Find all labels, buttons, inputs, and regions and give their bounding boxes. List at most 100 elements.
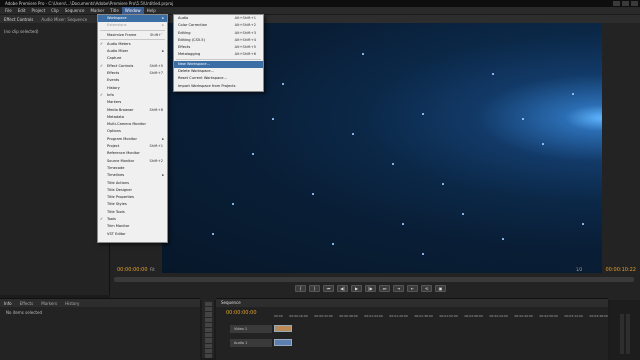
transport-button[interactable]: |▶ — [365, 285, 376, 292]
playhead-timecode[interactable]: 00:00:00:00 — [117, 267, 148, 273]
tab-audio-mixer[interactable]: Audio Mixer: Sequence — [37, 17, 91, 22]
menu-item-source-monitor[interactable]: Source Monitor Shift+2 — [98, 158, 167, 165]
menu-item-effects[interactable]: Effects Alt+Shift+5 — [174, 44, 263, 51]
transport-button[interactable]: { — [295, 285, 306, 292]
menu-item-project[interactable]: Project Shift+1 — [98, 143, 167, 150]
tab-effects[interactable]: Effects — [16, 301, 38, 306]
timeline-timecode[interactable]: 00:00:00:00 — [226, 310, 257, 316]
menu-item-tools[interactable]: ✓ Tools — [98, 216, 167, 223]
transport-button[interactable]: ⏮ — [323, 285, 334, 292]
razor-tool-icon[interactable] — [204, 327, 212, 333]
track-header-video-1[interactable]: Video 1 — [230, 325, 272, 333]
menu-item-markers[interactable]: Markers — [98, 99, 167, 106]
resolution-select[interactable]: 1/2 — [576, 267, 582, 272]
menu-item-effects[interactable]: Effects Shift+7 — [98, 70, 167, 77]
transport-button[interactable]: ⇥ — [393, 285, 404, 292]
track-header-audio-1[interactable]: Audio 1 — [230, 339, 272, 347]
menu-item-program-monitor[interactable]: Program Monitor ▸ — [98, 136, 167, 143]
transport-controls: {} ⏮ ◀| ▶ |▶ ⏭ ⇥ ⇤ ⟲ ▣ — [295, 285, 446, 292]
menu-item-effect-controls[interactable]: ✓ Effect Controls Shift+5 — [98, 63, 167, 70]
menu-item-vst-editor[interactable]: VST Editor — [98, 231, 167, 238]
menu-item-editing[interactable]: Editing Alt+Shift+3 — [174, 30, 263, 37]
menu-item-trim-monitor[interactable]: Trim Monitor — [98, 223, 167, 230]
zoom-tool-icon[interactable] — [204, 353, 212, 359]
ripple-edit-tool-icon[interactable] — [204, 312, 212, 317]
menu-item-title-designer[interactable]: Title Designer — [98, 187, 167, 194]
tab-effect-controls[interactable]: Effect Controls — [0, 17, 37, 22]
menu-edit[interactable]: Edit — [15, 7, 29, 14]
menu-marker[interactable]: Marker — [87, 7, 107, 14]
menu-item-metalogging[interactable]: Metalogging Alt+Shift+6 — [174, 51, 263, 58]
tab-info[interactable]: Info — [0, 301, 16, 306]
menu-item-audio-meters[interactable]: ✓ Audio Meters — [98, 41, 167, 48]
menu-item-color-correction[interactable]: Color Correction Alt+Shift+2 — [174, 22, 263, 29]
menu-window[interactable]: Window — [121, 7, 144, 14]
menu-item-metadata[interactable]: Metadata — [98, 114, 167, 121]
menu-item-timecode[interactable]: Timecode — [98, 165, 167, 172]
menu-item-title-actions[interactable]: Title Actions — [98, 180, 167, 187]
tab-sequence[interactable]: Sequence — [216, 299, 608, 307]
menu-item-audio-mixer[interactable]: Audio Mixer ▸ — [98, 48, 167, 55]
transport-button[interactable]: ⇤ — [407, 285, 418, 292]
video-track: Video 1 — [216, 325, 608, 333]
pen-tool-icon[interactable] — [204, 343, 212, 348]
close-button[interactable] — [631, 1, 638, 6]
menu-item-history[interactable]: History — [98, 85, 167, 92]
menu-item-capture[interactable]: Capture — [98, 55, 167, 62]
menu-title[interactable]: Title — [107, 7, 122, 14]
transport-button[interactable]: ▣ — [435, 285, 446, 292]
transport-button[interactable]: ▶ — [351, 285, 362, 292]
star-particle — [252, 153, 254, 155]
minimize-button[interactable] — [613, 1, 620, 6]
tab-history[interactable]: History — [61, 301, 83, 306]
maximize-button[interactable] — [622, 1, 629, 6]
transport-button[interactable]: ⏭ — [379, 285, 390, 292]
menu-item-timelines[interactable]: Timelines ▸ — [98, 172, 167, 179]
menu-item-title-properties[interactable]: Title Properties — [98, 194, 167, 201]
menu-help[interactable]: Help — [144, 7, 159, 14]
rate-stretch-tool-icon[interactable] — [204, 322, 212, 327]
menu-item-multi-camera-monitor[interactable]: Multi-Camera Monitor — [98, 121, 167, 128]
zoom-select[interactable]: Fit — [150, 267, 155, 272]
audio-track: Audio 1 — [216, 339, 608, 347]
menu-item-reset-current-workspace[interactable]: Reset Current Workspace... — [174, 75, 263, 82]
menu-item-events[interactable]: Events — [98, 77, 167, 84]
menu-item-workspace[interactable]: Workspace ▸ — [98, 15, 167, 23]
menu-item-new-workspace[interactable]: New Workspace... — [174, 60, 263, 69]
menu-item-maximize-frame[interactable]: Maximize Frame Shift+` — [98, 32, 167, 39]
menu-item-label: Effects — [178, 45, 191, 50]
menu-item-import-workspace-from-projects[interactable]: Import Workspace from Projects — [174, 83, 263, 90]
menu-item-delete-workspace[interactable]: Delete Workspace... — [174, 68, 263, 75]
menu-item-options[interactable]: Options — [98, 128, 167, 135]
slide-tool-icon[interactable] — [204, 338, 212, 343]
menu-project[interactable]: Project — [28, 7, 48, 14]
menu-file[interactable]: File — [2, 7, 15, 14]
audio-clip[interactable] — [274, 339, 292, 346]
menu-clip[interactable]: Clip — [48, 7, 62, 14]
menu-item-media-browser[interactable]: Media Browser Shift+8 — [98, 107, 167, 114]
menu-item-title-tools[interactable]: Title Tools — [98, 209, 167, 216]
transport-button[interactable]: ⟲ — [421, 285, 432, 292]
menu-item-extensions[interactable]: Extensions ▸ — [98, 22, 167, 29]
menu-sequence[interactable]: Sequence — [62, 7, 88, 14]
menu-item-label: Timecode — [107, 165, 125, 170]
monitor-scrub-bar[interactable] — [114, 277, 634, 282]
time-ruler[interactable]: 00:00 00:00:16:00 00:00:32:00 00:00:48:00 00… — [274, 314, 608, 322]
tab-markers[interactable]: Markers — [37, 301, 61, 306]
menu-item-shortcut: Alt+Shift+2 — [234, 23, 256, 28]
slip-tool-icon[interactable] — [204, 333, 212, 338]
track-select-tool-icon[interactable] — [204, 307, 212, 312]
transport-button[interactable]: ◀| — [337, 285, 348, 292]
rolling-edit-tool-icon[interactable] — [204, 317, 212, 322]
selection-tool-icon[interactable] — [204, 302, 212, 307]
video-clip[interactable] — [274, 325, 292, 332]
hand-tool-icon[interactable] — [204, 348, 212, 353]
ruler-tick-label: 00:01:36:00 — [414, 314, 433, 318]
menu-item-title-styles[interactable]: Title Styles — [98, 201, 167, 208]
menu-item-audio[interactable]: Audio Alt+Shift+1 — [174, 15, 263, 22]
menu-item-reference-monitor[interactable]: Reference Monitor — [98, 150, 167, 157]
transport-button[interactable]: } — [309, 285, 320, 292]
star-particle — [232, 203, 234, 205]
menu-item-info[interactable]: ✓ Info — [98, 92, 167, 99]
menu-item-editing-cs5-5[interactable]: Editing (CS5.5) Alt+Shift+4 — [174, 37, 263, 44]
